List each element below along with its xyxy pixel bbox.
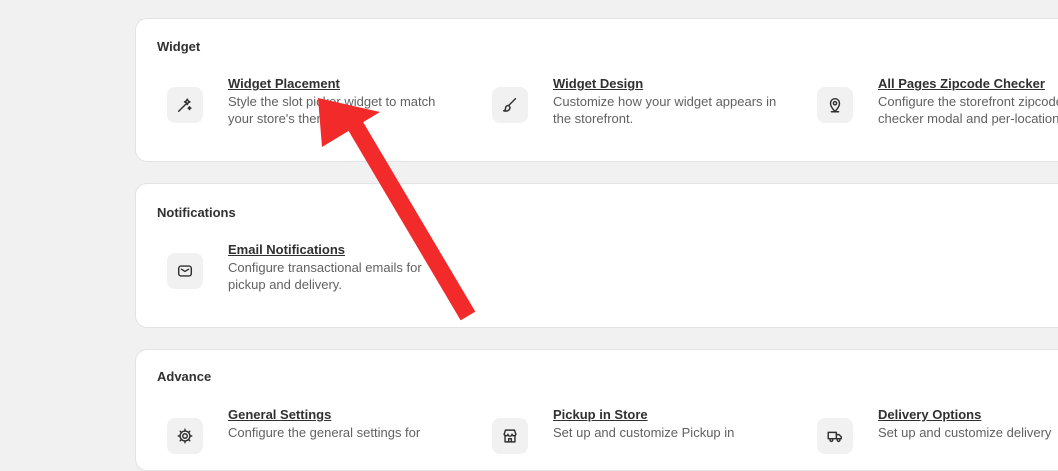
truck-icon [817, 418, 853, 454]
general-settings-link[interactable]: General Settings Configure the general s… [167, 407, 477, 467]
item-title[interactable]: General Settings [228, 407, 331, 422]
advance-section-card: Advance General Settings Configure the g… [135, 349, 1058, 471]
item-title[interactable]: Delivery Options [878, 407, 981, 422]
gear-icon [167, 418, 203, 454]
widget-placement-link[interactable]: Widget Placement Style the slot picker w… [167, 76, 477, 136]
delivery-options-link[interactable]: Delivery Options Set up and customize de… [817, 407, 1058, 467]
location-pin-icon [817, 87, 853, 123]
item-description: Customize how your widget appears in the… [553, 94, 777, 126]
magic-wand-icon [167, 87, 203, 123]
zipcode-checker-link[interactable]: All Pages Zipcode Checker Configure the … [817, 76, 1058, 136]
item-description: Configure the general settings for [228, 425, 421, 440]
item-description: Set up and customize delivery [878, 425, 1052, 440]
item-description: Configure transactional emails for picku… [228, 260, 422, 292]
section-title-notifications: Notifications [157, 205, 236, 220]
email-notifications-link[interactable]: Email Notifications Configure transactio… [167, 242, 477, 302]
item-title[interactable]: Widget Placement [228, 76, 340, 91]
item-title[interactable]: Pickup in Store [553, 407, 648, 422]
item-description: Set up and customize Pickup in [553, 425, 735, 440]
envelope-icon [167, 253, 203, 289]
widget-section-card: Widget Widget Placement Style the slot p… [135, 18, 1058, 162]
item-description: Configure the storefront zipcode checker… [878, 94, 1058, 126]
item-title[interactable]: Email Notifications [228, 242, 345, 257]
item-title[interactable]: Widget Design [553, 76, 643, 91]
section-title-advance: Advance [157, 369, 212, 384]
notifications-section-card: Notifications Email Notifications Config… [135, 183, 1058, 328]
item-description: Style the slot picker widget to match yo… [228, 94, 436, 126]
pickup-in-store-link[interactable]: Pickup in Store Set up and customize Pic… [492, 407, 802, 467]
item-title[interactable]: All Pages Zipcode Checker [878, 76, 1045, 91]
store-icon [492, 418, 528, 454]
section-title-widget: Widget [157, 39, 201, 54]
widget-design-link[interactable]: Widget Design Customize how your widget … [492, 76, 802, 136]
brush-icon [492, 87, 528, 123]
